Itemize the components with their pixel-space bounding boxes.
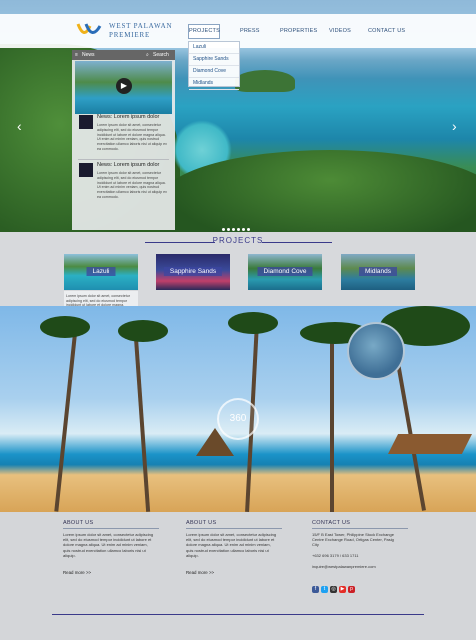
hero-prev-arrow-icon[interactable]: ‹: [17, 118, 22, 134]
map-globe-icon[interactable]: [347, 322, 405, 380]
nav-contact-us[interactable]: CONTACT US: [368, 28, 405, 34]
twitter-icon[interactable]: t: [321, 586, 328, 593]
projects-heading: PROJECTS: [212, 236, 264, 245]
news-header-label: News: [82, 52, 95, 58]
carousel-dot[interactable]: [227, 228, 230, 231]
news-body: Lorem ipsum dolor sit amet, consectetur …: [97, 171, 167, 199]
menu-icon[interactable]: ≡: [75, 50, 78, 60]
logo-icon[interactable]: [76, 20, 106, 42]
beach-pavilion: [388, 434, 472, 454]
footer-phone: +632 696 3179 / 633 1711: [312, 553, 359, 558]
news-thumbnail: [79, 115, 93, 129]
nav-projects[interactable]: PROJECTS: [188, 24, 220, 39]
news-item[interactable]: News: Lorem ipsum dolor Lorem ipsum dolo…: [75, 114, 172, 159]
news-thumbnail: [79, 163, 93, 177]
footer-rule: [186, 528, 282, 529]
view-360-icon[interactable]: 360: [217, 398, 259, 440]
news-item[interactable]: News: Lorem ipsum dolor Lorem ipsum dolo…: [75, 162, 172, 212]
footer-heading: ABOUT US: [186, 520, 217, 526]
project-card-label[interactable]: Sapphire Sands: [163, 267, 223, 276]
project-card-sapphire-sands[interactable]: Sapphire Sands: [156, 254, 230, 290]
projects-dropdown-menu: Lazuli Sapphire Sands Diamond Cove Midla…: [188, 41, 240, 90]
palm-trunk: [54, 326, 78, 512]
project-card-label[interactable]: Lazuli: [86, 267, 116, 276]
nav-properties[interactable]: PROPERTIES: [280, 28, 317, 34]
palm-trunk: [133, 336, 151, 512]
news-panel-header: ≡ News ⌕ Search: [72, 50, 175, 60]
dropdown-item-midlands[interactable]: Midlands: [189, 78, 239, 90]
footer-rule: [63, 528, 159, 529]
play-icon[interactable]: ▶: [116, 78, 132, 94]
carousel-dot[interactable]: [247, 228, 250, 231]
palm-trunk: [330, 340, 334, 512]
search-icon[interactable]: ⌕: [146, 50, 149, 60]
footer-rule: [312, 528, 408, 529]
projects-rule-right: [262, 242, 332, 243]
project-card-label[interactable]: Midlands: [358, 267, 398, 276]
nav-videos[interactable]: VIDEOS: [329, 28, 351, 34]
carousel-dot[interactable]: [232, 228, 235, 231]
palm-fronds: [118, 320, 168, 342]
pinterest-icon[interactable]: p: [348, 586, 355, 593]
dropdown-item-diamond-cove[interactable]: Diamond Cove: [189, 66, 239, 78]
footer-body: Lorem ipsum dolor sit amet, consectetur …: [63, 532, 154, 558]
dropdown-item-lazuli[interactable]: Lazuli: [189, 42, 239, 54]
palm-fronds: [40, 316, 90, 338]
news-video-thumbnail[interactable]: ▶: [75, 61, 172, 114]
hero-carousel-dots[interactable]: [222, 218, 252, 236]
footer-body: Lorem ipsum dolor sit amet, consectetur …: [186, 532, 277, 558]
logo-wordmark[interactable]: WEST PALAWAN PREMIERE: [109, 22, 175, 40]
search-label[interactable]: Search: [153, 50, 169, 60]
footer-read-more-link[interactable]: Read more >>: [186, 570, 214, 575]
news-divider: [78, 159, 169, 160]
youtube-icon[interactable]: ▶: [339, 586, 346, 593]
footer-address: 15/F B East Tower, Philippine Stock Exch…: [312, 532, 394, 548]
hero-island: [235, 70, 295, 92]
project-card-lazuli[interactable]: Lazuli: [64, 254, 138, 290]
footer-heading: ABOUT US: [63, 520, 94, 526]
instagram-icon[interactable]: ◎: [330, 586, 337, 593]
footer-email-link[interactable]: inquire@westpalawanpremiere.com: [312, 564, 404, 569]
project-card-label[interactable]: Diamond Cove: [257, 267, 313, 276]
footer-heading: CONTACT US: [312, 520, 351, 526]
carousel-dot[interactable]: [242, 228, 245, 231]
palm-fronds: [228, 312, 278, 334]
footer-bottom-rule: [52, 614, 424, 615]
dropdown-item-sapphire-sands[interactable]: Sapphire Sands: [189, 54, 239, 66]
project-card-diamond-cove[interactable]: Diamond Cove: [248, 254, 322, 290]
news-body: Lorem ipsum dolor sit amet, consectetur …: [97, 123, 167, 151]
hero-next-arrow-icon[interactable]: ›: [452, 118, 457, 134]
social-links: f t ◎ ▶ p: [312, 577, 357, 595]
nav-press[interactable]: PRESS: [240, 28, 260, 34]
project-card-midlands[interactable]: Midlands: [341, 254, 415, 290]
news-panel: ≡ News ⌕ Search ▶ News: Lorem ipsum dolo…: [72, 50, 175, 230]
footer-read-more-link[interactable]: Read more >>: [63, 570, 91, 575]
carousel-dot[interactable]: [237, 228, 240, 231]
carousel-dot[interactable]: [222, 228, 225, 231]
news-title[interactable]: News: Lorem ipsum dolor: [97, 114, 159, 120]
facebook-icon[interactable]: f: [312, 586, 319, 593]
news-title[interactable]: News: Lorem ipsum dolor: [97, 162, 159, 168]
